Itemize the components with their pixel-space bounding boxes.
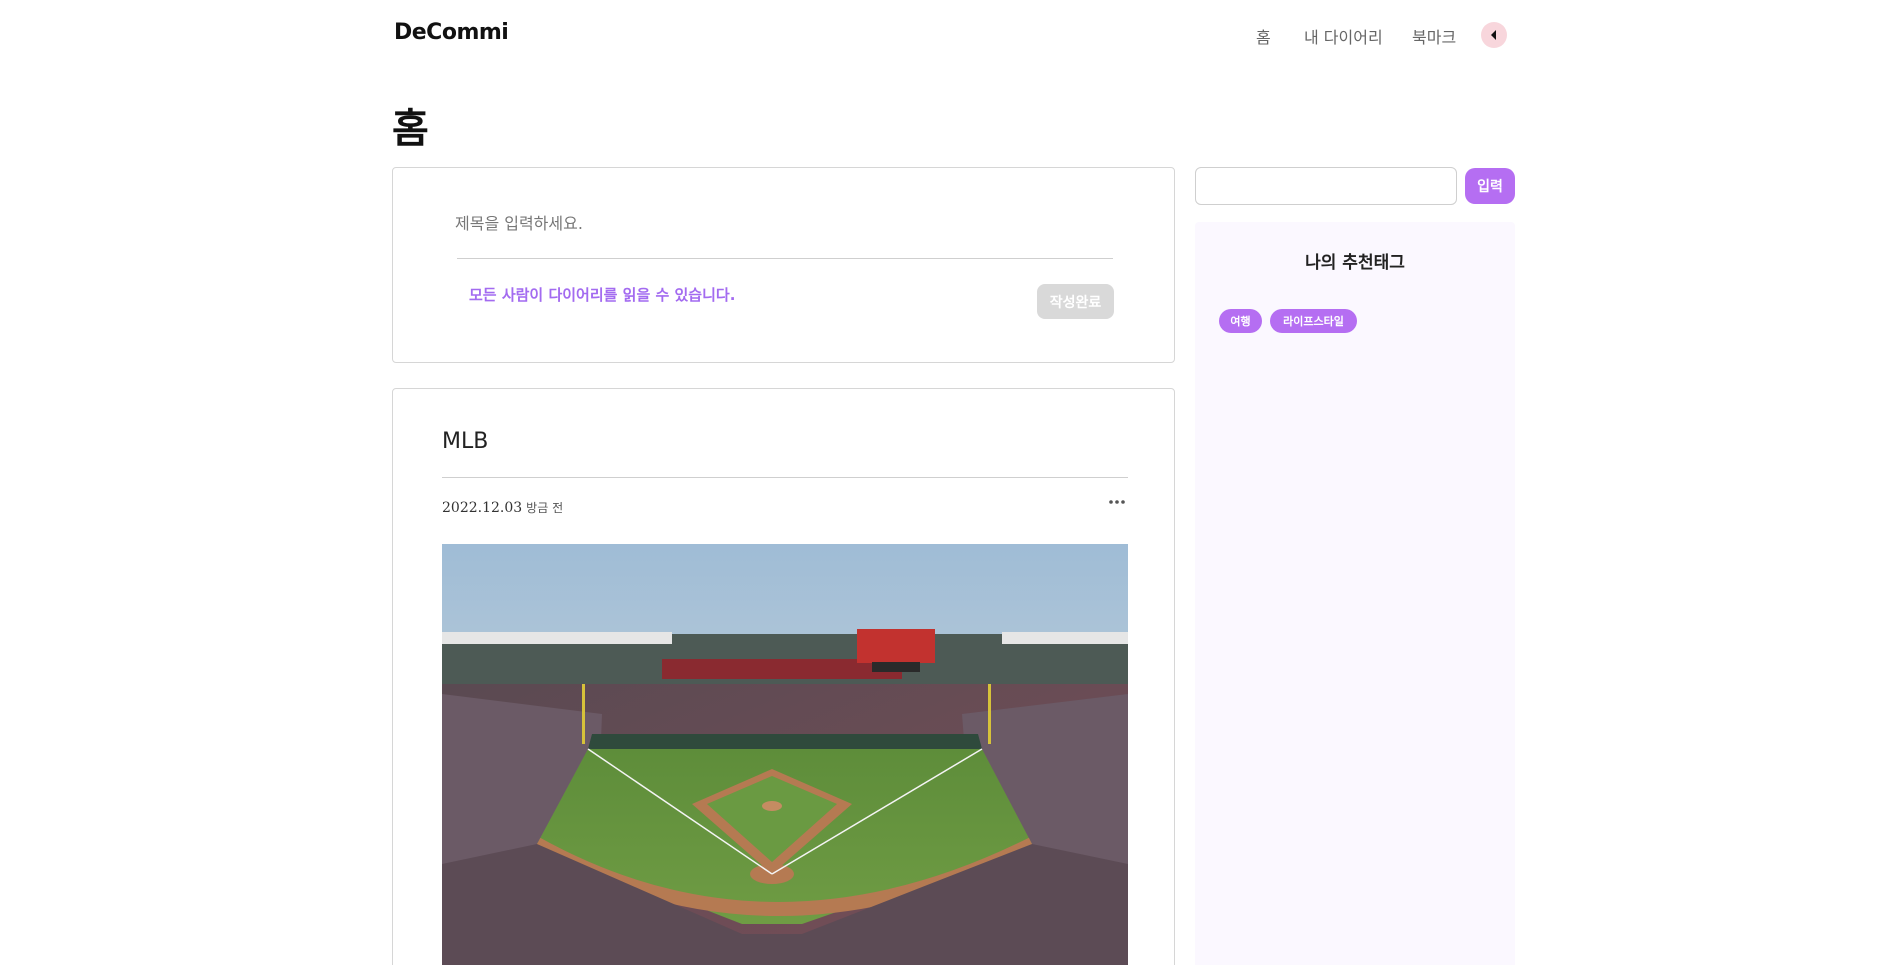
page-title: 홈: [392, 106, 429, 152]
tag-chip[interactable]: 라이프스타일: [1270, 309, 1357, 333]
diary-post: MLB 2022.12.03 방금 전: [392, 388, 1175, 965]
title-input[interactable]: [455, 206, 1113, 240]
post-image[interactable]: [442, 544, 1128, 965]
nav-home[interactable]: 홈: [1256, 24, 1271, 48]
site-logo[interactable]: DeCommi: [394, 20, 509, 45]
more-options-icon[interactable]: [1109, 489, 1125, 510]
submit-button[interactable]: 작성완료: [1037, 284, 1114, 319]
diary-composer: 모든 사람이 다이어리를 읽을 수 있습니다. 작성완료: [392, 167, 1175, 363]
post-date: 2022.12.03: [442, 500, 523, 516]
post-divider: [442, 477, 1128, 478]
post-relative-time: 방금 전: [526, 501, 564, 515]
search-input[interactable]: [1195, 167, 1457, 205]
visibility-notice: 모든 사람이 다이어리를 읽을 수 있습니다.: [469, 286, 736, 304]
site-header: DeCommi 홈 내 다이어리 북마크: [0, 0, 1895, 70]
tag-chip[interactable]: 여행: [1219, 309, 1262, 333]
nav-my-diary[interactable]: 내 다이어리: [1304, 24, 1383, 48]
post-meta: 2022.12.03 방금 전: [442, 499, 563, 516]
caret-left-icon: [1491, 30, 1496, 40]
nav-bookmark[interactable]: 북마크: [1412, 24, 1456, 48]
search-button[interactable]: 입력: [1465, 168, 1515, 204]
recommended-tags-title: 나의 추천태그: [1305, 253, 1405, 273]
post-title[interactable]: MLB: [442, 429, 488, 454]
collapse-button[interactable]: [1481, 22, 1507, 48]
recommended-tags-panel: 나의 추천태그 여행 라이프스타일: [1195, 222, 1515, 965]
composer-divider: [457, 258, 1113, 259]
